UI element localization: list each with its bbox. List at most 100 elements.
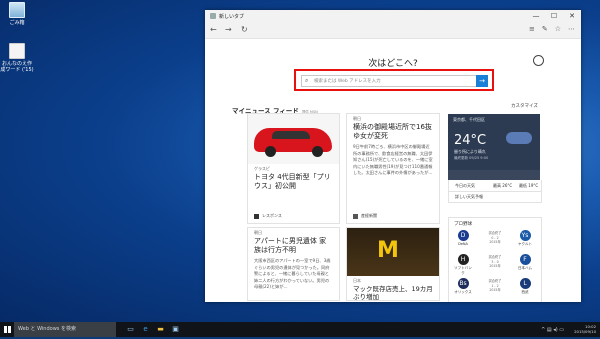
taskbar-search-input[interactable]: Web と Windows を検索	[14, 322, 116, 337]
car-image	[248, 114, 339, 164]
away-team[interactable]: Ys ヤクルト	[515, 230, 535, 247]
card-title[interactable]: アパートに男児遺体 家族は行方不明	[248, 236, 339, 255]
titlebar: 新しいタブ — ☐ ✕	[205, 10, 581, 22]
weather-high: 最高 26°C	[493, 183, 513, 188]
card-body: 大阪市西区のアパートの一室で9日、3歳ぐらいの男児の遺体が見つかった。同府警によ…	[254, 258, 331, 289]
team-logo-icon: D	[457, 230, 469, 241]
team-logo-icon: Ys	[519, 230, 531, 241]
wheel	[265, 146, 276, 157]
edge-browser-window: 新しいタブ — ☐ ✕ ← → ↻ ≡ ✎ ☆ ⋯ 次はどこへ? profile…	[205, 10, 581, 302]
store-icon[interactable]: ▣	[171, 325, 180, 334]
close-button[interactable]: ✕	[563, 10, 581, 22]
more-button[interactable]: ⋯	[568, 25, 575, 33]
team-logo-icon: L	[519, 278, 531, 289]
weather-today-label: 今日の天気	[455, 183, 475, 188]
wheel	[312, 146, 323, 157]
back-button[interactable]: ←	[210, 25, 217, 34]
web-note-button[interactable]: ✎	[542, 25, 548, 33]
weather-condition: 曇り所により晴れ	[454, 149, 486, 154]
home-team[interactable]: D DeNA	[453, 230, 473, 246]
weather-location: 東京都、千代田区	[453, 117, 485, 122]
start-button[interactable]	[0, 322, 14, 337]
weather-more-text: 詳しい天気予報	[455, 194, 483, 199]
shortcut-desktop-icon[interactable]: おんなのえ作成ワード ('15)	[0, 43, 34, 73]
forward-button[interactable]: →	[225, 25, 232, 34]
system-tray-icons[interactable]: ^ ▤ ◂) ▭	[541, 327, 564, 333]
minimize-button[interactable]: —	[527, 10, 545, 22]
card-source: ゲラスピ	[254, 166, 270, 171]
desktop-icon-label: ごみ箱	[9, 20, 25, 26]
match-note: 2015年	[489, 240, 501, 244]
team-logo-icon: H	[457, 254, 469, 265]
baseball-scores-card[interactable]: プロ野球 D DeNA 試合終了 0 - 2 2015年 Ys ヤクルト H ソ…	[448, 217, 542, 302]
file-explorer-icon[interactable]: ▬	[156, 325, 165, 334]
clock-date: 2015/09/10	[574, 329, 596, 334]
weather-card-footer	[448, 170, 540, 180]
home-team[interactable]: H ソフトバンク	[453, 254, 473, 276]
edge-icon[interactable]: e	[141, 325, 150, 334]
tab-title[interactable]: 新しいタブ	[219, 13, 244, 20]
away-team[interactable]: F 日本ハム	[515, 254, 535, 271]
team-logo-icon: Bs	[457, 278, 469, 289]
publisher-logo-icon	[353, 213, 358, 219]
tab-icon	[210, 13, 216, 19]
card-body: 9日午前7時ごろ、横浜市中区の御殿場近所の事務所で、飲食店経営の無職、太田伊知さ…	[353, 144, 433, 175]
task-view-icon[interactable]: ▭	[126, 325, 135, 334]
card-source: 朝日	[254, 230, 262, 235]
taskbar: Web と Windows を検索 ▭ e ▬ ▣ ^ ▤ ◂) ▭ 10:02…	[0, 322, 600, 337]
weather-summary-row: 今日の天気 最高 26°C 最低 19°C	[448, 180, 542, 192]
match-info: 試合終了 3 - 0 2015年	[480, 255, 510, 269]
clock[interactable]: 10:02 2015/09/10	[574, 322, 596, 339]
maximize-button[interactable]: ☐	[545, 10, 563, 22]
publisher-logo-icon	[254, 213, 259, 219]
news-card[interactable]: 朝日 横浜の御殿場近所で16抜ゆ女が変死 9日午前7時ごろ、横浜市中区の御殿場近…	[346, 113, 440, 224]
windows-logo-icon	[4, 326, 11, 333]
card-title[interactable]: マック既存店売上、19カ月ぶり増加	[347, 284, 439, 300]
search-go-button[interactable]: →	[476, 75, 488, 87]
search-placeholder: 検索または Web アドレスを入力	[314, 79, 381, 84]
match-note: 2015年	[489, 288, 501, 292]
search-input[interactable]: ⌕ 検索または Web アドレスを入力	[301, 75, 479, 87]
news-card[interactable]: 朝日 アパートに男児遺体 家族は行方不明 大阪市西区のアパートの一室で9日、3歳…	[247, 227, 340, 301]
card-source: 朝日	[353, 116, 361, 121]
weather-more-link[interactable]: 詳しい天気予報	[448, 192, 542, 203]
team-logo-icon: F	[519, 254, 531, 265]
mcdonalds-image: M	[347, 228, 439, 276]
match-info: 試合終了 1 - 2 2015年	[480, 279, 510, 293]
baseball-header: プロ野球	[454, 222, 472, 227]
page-title: 次はどこへ?	[368, 59, 418, 69]
team-name: ヤクルト	[518, 242, 532, 246]
card-footer: レスポンス	[254, 213, 282, 219]
weather-updated: 最終更新 09/25 9:00	[454, 156, 489, 160]
publisher-name: 産経新聞	[361, 213, 377, 218]
cloud-icon	[506, 132, 532, 144]
favorites-button[interactable]: ☆	[555, 25, 561, 33]
weather-card[interactable]: 東京都、千代田区 24°C 曇り所により晴れ 最終更新 09/25 9:00	[448, 114, 540, 180]
match-note: 2015年	[489, 264, 501, 268]
card-title[interactable]: 横浜の御殿場近所で16抜ゆ女が変死	[347, 122, 439, 141]
card-title[interactable]: トヨタ 4代目新型「プリウス」初公開	[248, 172, 339, 191]
team-name: ソフトバンク	[454, 266, 472, 275]
team-name: オリックス	[454, 290, 472, 294]
team-name: 日本ハム	[518, 266, 532, 270]
recycle-bin-icon	[9, 2, 25, 18]
desktop-icon-label: おんなのえ作成ワード ('15)	[0, 61, 34, 73]
refresh-button[interactable]: ↻	[241, 25, 248, 34]
shortcut-icon	[9, 43, 25, 59]
match-info: 試合終了 0 - 2 2015年	[480, 231, 510, 245]
away-team[interactable]: L 西武	[515, 278, 535, 295]
publisher-name: レスポンス	[262, 213, 282, 218]
card-source: 日本	[353, 278, 361, 283]
home-team[interactable]: Bs オリックス	[453, 278, 473, 295]
hub-button[interactable]: ≡	[529, 25, 535, 33]
customize-link[interactable]: カスタマイズ	[511, 103, 538, 109]
start-page: 次はどこへ? profile ⌕ 検索または Web アドレスを入力 → マイニ…	[205, 39, 581, 302]
navigation-bar: ← → ↻ ≡ ✎ ☆ ⋯	[205, 22, 581, 39]
news-card[interactable]: M 日本 マック既存店売上、19カ月ぶり増加	[346, 227, 440, 301]
team-name: 西武	[521, 290, 529, 294]
mcdonalds-logo-icon: M	[377, 238, 399, 263]
news-card[interactable]: ゲラスピ トヨタ 4代目新型「プリウス」初公開 レスポンス	[247, 113, 340, 224]
search-icon: ⌕	[305, 77, 309, 84]
profile-icon[interactable]: profile	[533, 55, 544, 66]
recycle-bin-desktop-icon[interactable]: ごみ箱	[0, 2, 34, 26]
